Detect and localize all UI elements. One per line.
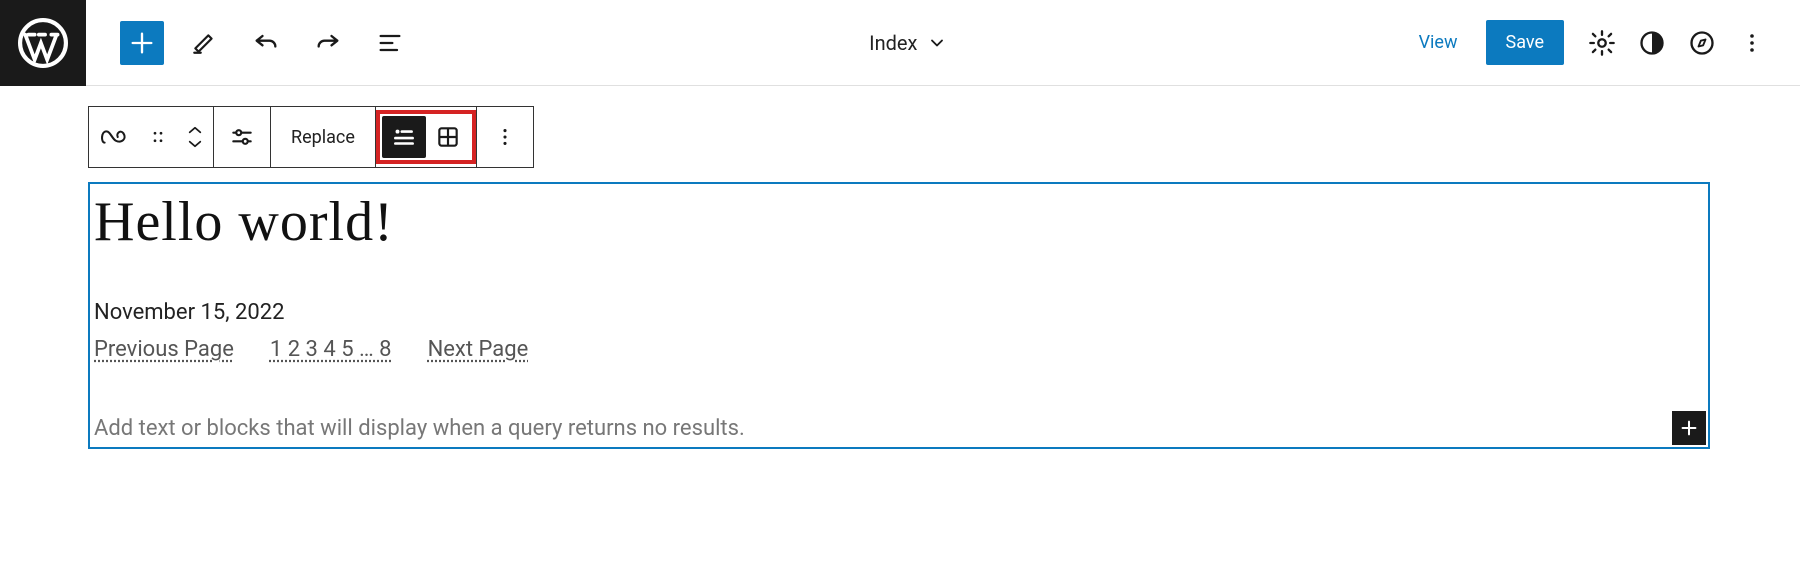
gear-icon xyxy=(1588,29,1616,57)
edit-tool-button[interactable] xyxy=(182,21,226,65)
drag-icon xyxy=(149,128,167,146)
query-loop-block[interactable]: Hello world! November 15, 2022 Previous … xyxy=(88,182,1710,449)
navigation-button[interactable] xyxy=(1680,21,1724,65)
wordpress-logo-icon xyxy=(18,18,68,68)
pencil-icon xyxy=(191,30,217,56)
block-type-button[interactable] xyxy=(89,107,139,167)
grid-layout-button[interactable] xyxy=(426,116,470,158)
block-toolbar: Replace xyxy=(88,106,534,168)
save-button[interactable]: Save xyxy=(1486,20,1565,65)
query-pagination: Previous Page 1 2 3 4 5 … 8 Next Page xyxy=(94,337,1704,362)
pagination-previous[interactable]: Previous Page xyxy=(94,337,234,362)
block-more-options-button[interactable] xyxy=(477,107,533,167)
redo-button[interactable] xyxy=(306,21,350,65)
compass-icon xyxy=(1688,29,1716,57)
grid-layout-icon xyxy=(435,124,461,150)
pagination-next[interactable]: Next Page xyxy=(428,337,529,362)
list-view-button[interactable] xyxy=(368,21,412,65)
chevron-up-icon[interactable] xyxy=(186,124,204,136)
list-layout-icon xyxy=(391,124,417,150)
chevron-down-icon xyxy=(927,33,947,53)
editor-header: Index View Save xyxy=(0,0,1800,86)
more-vertical-icon xyxy=(1740,31,1764,55)
list-view-icon xyxy=(376,29,404,57)
query-loop-icon xyxy=(99,127,129,147)
replace-button[interactable]: Replace xyxy=(271,127,375,148)
sliders-icon xyxy=(229,124,255,150)
contrast-icon xyxy=(1638,29,1666,57)
undo-button[interactable] xyxy=(244,21,288,65)
plus-icon xyxy=(128,29,156,57)
chevron-down-icon[interactable] xyxy=(186,138,204,150)
no-results-placeholder[interactable]: Add text or blocks that will display whe… xyxy=(94,416,1704,441)
list-layout-button[interactable] xyxy=(382,116,426,158)
block-movers xyxy=(177,120,213,154)
view-link[interactable]: View xyxy=(1405,22,1472,63)
header-right-tools: View Save xyxy=(1405,20,1800,65)
add-block-button[interactable] xyxy=(120,21,164,65)
more-options-button[interactable] xyxy=(1730,21,1774,65)
header-left-tools xyxy=(86,21,412,65)
settings-button[interactable] xyxy=(1580,21,1624,65)
view-switcher-highlight xyxy=(376,110,476,164)
post-title[interactable]: Hello world! xyxy=(94,190,1704,254)
pagination-numbers[interactable]: 1 2 3 4 5 … 8 xyxy=(270,337,392,362)
styles-button[interactable] xyxy=(1630,21,1674,65)
more-vertical-icon xyxy=(494,126,516,148)
plus-icon xyxy=(1678,417,1700,439)
document-title-label: Index xyxy=(869,31,917,55)
post-date[interactable]: November 15, 2022 xyxy=(94,300,1704,325)
redo-icon xyxy=(314,29,342,57)
document-title-button[interactable]: Index xyxy=(412,31,1405,55)
undo-icon xyxy=(252,29,280,57)
drag-handle[interactable] xyxy=(139,107,177,167)
editor-canvas: Replace xyxy=(0,86,1800,449)
inline-add-block-button[interactable] xyxy=(1672,411,1706,445)
wordpress-logo-button[interactable] xyxy=(0,0,86,86)
display-settings-button[interactable] xyxy=(214,107,270,167)
